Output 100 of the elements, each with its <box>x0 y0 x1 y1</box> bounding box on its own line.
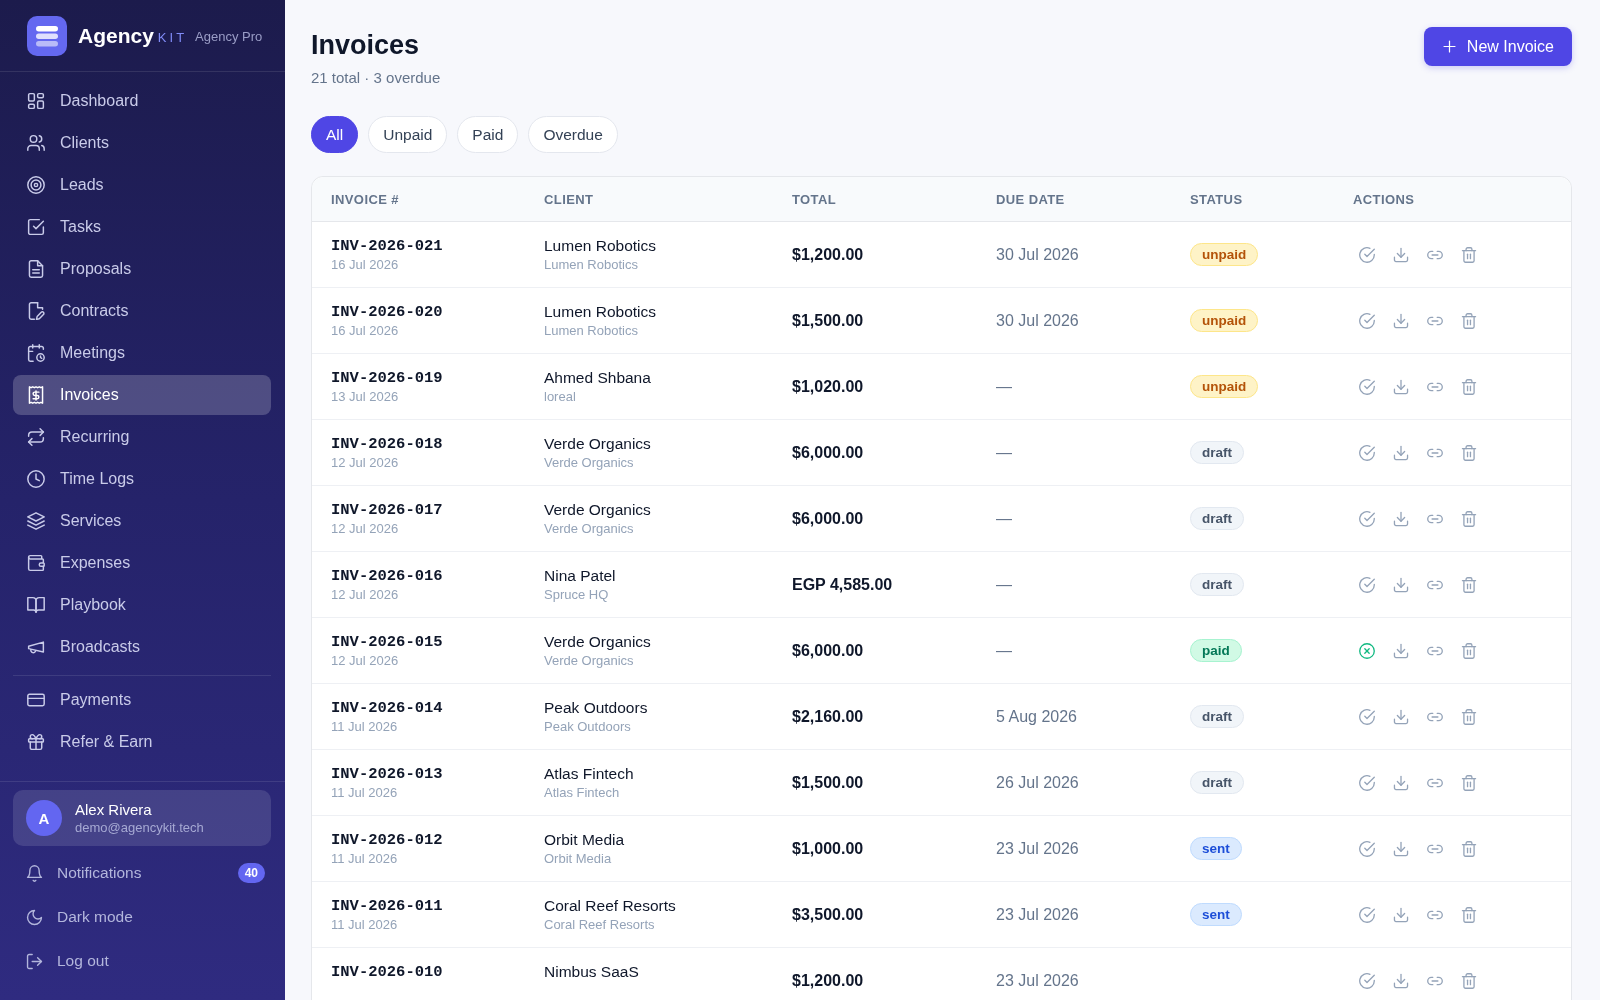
filter-tab[interactable]: Overdue <box>528 116 618 153</box>
check-circle-icon <box>1359 840 1375 857</box>
download-icon <box>1393 576 1409 593</box>
invoice-total: $6,000.00 <box>792 641 864 660</box>
invoice-number: INV-2026-019 <box>331 367 443 388</box>
invoice-total: $6,000.00 <box>792 443 864 462</box>
client-company: Verde Organics <box>544 519 634 538</box>
checkbox-icon <box>27 218 45 236</box>
client-company: Spruce HQ <box>544 585 609 604</box>
trash-icon <box>1461 840 1477 857</box>
invoice-date: 12 Jul 2026 <box>331 453 399 472</box>
status-badge: unpaid <box>1190 309 1259 332</box>
trash-icon <box>1461 510 1477 527</box>
download-icon <box>1393 378 1409 395</box>
client-name: Lumen Robotics <box>544 235 656 256</box>
new-invoice-button[interactable]: New Invoice <box>1423 27 1572 66</box>
due-date: 30 Jul 2026 <box>996 311 1079 330</box>
sidebar-item[interactable]: Broadcasts <box>13 627 271 667</box>
client-company: Atlas Fintech <box>544 783 620 802</box>
sidebar-item[interactable]: Proposals <box>13 249 271 289</box>
logo-icon <box>27 15 67 56</box>
client-company: Peak Outdoors <box>544 717 631 736</box>
invoice-total: $3,500.00 <box>792 905 864 924</box>
download-icon <box>1393 708 1409 725</box>
download-icon <box>1393 444 1409 461</box>
book-icon <box>27 596 45 614</box>
invoice-total: EGP 4,585.00 <box>792 575 893 594</box>
client-name: Nimbus SaaS <box>544 961 639 982</box>
status-badge: draft <box>1190 771 1244 794</box>
invoice-number: INV-2026-017 <box>331 499 443 520</box>
plus-icon <box>1441 39 1457 54</box>
sidebar-item[interactable]: Log out <box>13 941 115 981</box>
megaphone-icon <box>27 638 45 656</box>
due-date: 23 Jul 2026 <box>996 839 1079 858</box>
sidebar-item[interactable]: Dark mode <box>13 897 139 937</box>
invoice-number: INV-2026-012 <box>331 829 443 850</box>
trash-icon <box>1461 312 1477 329</box>
sidebar-item[interactable]: Refer & Earn <box>13 722 271 762</box>
check-circle-icon <box>1359 972 1375 989</box>
invoice-date: 12 Jul 2026 <box>331 519 399 538</box>
brand-name: Agency <box>78 23 154 48</box>
trash-icon <box>1461 246 1477 263</box>
invoice-number: INV-2026-015 <box>331 631 443 652</box>
credit-card-icon <box>27 691 45 709</box>
layers-icon <box>27 512 45 530</box>
status-badge: unpaid <box>1190 375 1259 398</box>
sidebar-item[interactable]: Notifications <box>13 853 148 893</box>
sidebar-item[interactable]: Time Logs <box>13 459 271 499</box>
bell-icon <box>26 864 43 882</box>
client-name: Coral Reef Resorts <box>544 895 676 916</box>
sidebar-item[interactable]: Contracts <box>13 291 271 331</box>
due-date: 23 Jul 2026 <box>996 971 1079 990</box>
trash-icon <box>1461 378 1477 395</box>
user-name: Alex Rivera <box>75 801 153 818</box>
x-circle-icon <box>1359 642 1375 659</box>
status-badge: sent <box>1190 837 1242 860</box>
client-company: Lumen Robotics <box>544 321 638 340</box>
target-icon <box>27 176 45 194</box>
sidebar-item[interactable]: Dashboard <box>13 81 271 121</box>
filter-tab[interactable]: Unpaid <box>368 116 448 153</box>
client-name: Peak Outdoors <box>544 697 648 718</box>
invoice-date: 11 Jul 2026 <box>331 783 398 802</box>
sidebar-item[interactable]: Payments <box>13 680 271 720</box>
due-date: — <box>996 641 1012 660</box>
invoice-date: 12 Jul 2026 <box>331 651 399 670</box>
due-date: — <box>996 377 1012 396</box>
invoice-number: INV-2026-018 <box>331 433 443 454</box>
check-circle-icon <box>1359 312 1375 329</box>
filter-tab[interactable]: Paid <box>457 116 519 153</box>
invoice-total: $1,200.00 <box>792 245 864 264</box>
column-header: INVOICE # <box>331 191 400 207</box>
filter-tab[interactable]: All <box>311 116 359 153</box>
sidebar-item[interactable]: Recurring <box>13 417 271 457</box>
invoice-date: 13 Jul 2026 <box>331 387 399 406</box>
invoice-total: $1,500.00 <box>792 311 864 330</box>
invoice-total: $1,020.00 <box>792 377 864 396</box>
avatar: A <box>26 800 62 836</box>
repeat-icon <box>27 428 45 446</box>
invoice-date: 12 Jul 2026 <box>331 585 399 604</box>
logout-icon <box>26 952 43 970</box>
download-icon <box>1393 774 1409 791</box>
sidebar-item[interactable]: Leads <box>13 165 271 205</box>
trash-icon <box>1461 906 1477 923</box>
trash-icon <box>1461 708 1477 725</box>
invoice-number: INV-2026-013 <box>331 763 443 784</box>
sidebar-item[interactable]: Meetings <box>13 333 271 373</box>
sidebar-item[interactable]: Playbook <box>13 585 271 625</box>
sidebar-item[interactable]: Invoices <box>13 375 271 415</box>
user-card[interactable]: A Alex Rivera demo@agencykit.tech <box>13 790 271 846</box>
page-subtitle: 21 total · 3 overdue <box>311 68 441 88</box>
sidebar-item[interactable]: Tasks <box>13 207 271 247</box>
invoice-number: INV-2026-010 <box>331 961 443 982</box>
due-date: — <box>996 443 1012 462</box>
sidebar-item[interactable]: Expenses <box>13 543 271 583</box>
sidebar-item[interactable]: Services <box>13 501 271 541</box>
client-name: Atlas Fintech <box>544 763 634 784</box>
status-badge: draft <box>1190 441 1244 464</box>
sidebar-item[interactable]: Clients <box>13 123 271 163</box>
status-badge: unpaid <box>1190 243 1259 266</box>
invoice-number: INV-2026-016 <box>331 565 443 586</box>
